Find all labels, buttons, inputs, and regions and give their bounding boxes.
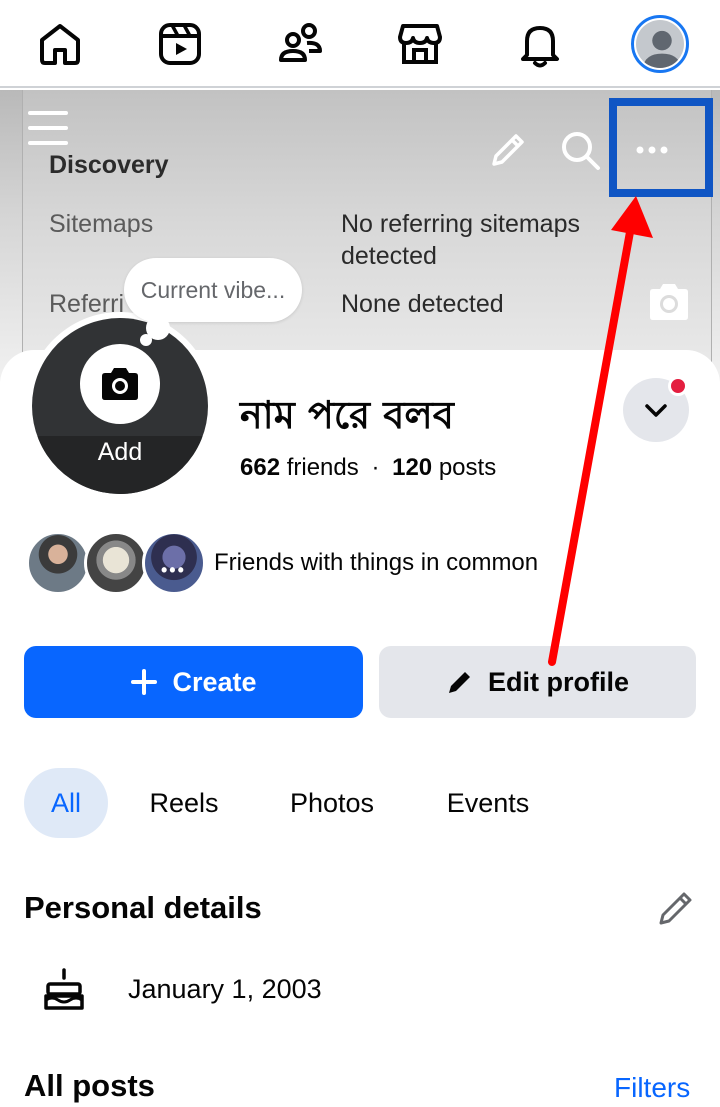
edit-profile-button[interactable]: Edit profile [379, 646, 696, 718]
profile-avatar-ring [631, 15, 689, 73]
home-tab[interactable] [28, 14, 92, 74]
cover-heading: Discovery [49, 151, 169, 179]
default-avatar-icon [642, 30, 682, 68]
profile-picture-placeholder: Add [32, 318, 208, 494]
tab-all[interactable]: All [24, 768, 108, 838]
reels-tab[interactable] [148, 14, 212, 74]
friends-icon [279, 23, 322, 62]
filters-link[interactable]: Filters [614, 1072, 690, 1104]
cover-row1-label: Sitemaps [49, 210, 154, 238]
birthday-text: January 1, 2003 [128, 974, 322, 1004]
cover-row1-value-line1: No referring sitemaps [341, 210, 580, 238]
search-icon[interactable] [558, 128, 602, 172]
cover-row2-value: None detected [341, 290, 504, 318]
plus-icon [131, 669, 158, 695]
edit-profile-label: Edit profile [488, 666, 629, 697]
create-button-label: Create [172, 666, 257, 697]
all-posts-title: All posts [24, 1068, 155, 1103]
hamburger-menu-icon[interactable] [26, 108, 70, 148]
top-navigation-bar [0, 0, 720, 88]
friends-label[interactable]: friends [287, 454, 359, 481]
annotation-highlight-box [609, 98, 713, 197]
tab-label: Reels [149, 787, 219, 818]
cover-row1-value-line2: detected [341, 242, 437, 270]
notification-dot [668, 376, 688, 396]
birthday-cake-icon [44, 968, 84, 1010]
vibe-placeholder: Current vibe... [140, 276, 286, 303]
profile-picture[interactable]: Add [26, 312, 214, 500]
marketplace-icon [398, 24, 442, 64]
notifications-tab[interactable] [508, 14, 572, 74]
avatar-add-label: Add [32, 436, 208, 494]
tab-label: All [50, 787, 81, 818]
friend-avatar: ••• [142, 531, 206, 595]
friends-count[interactable]: 662 [240, 454, 280, 481]
reels-icon [159, 23, 201, 65]
more-dots-icon: ••• [161, 560, 186, 580]
pencil-icon[interactable] [488, 130, 528, 170]
personal-details-title: Personal details [24, 890, 262, 925]
profile-stats: 662 friends · 120 posts [240, 454, 496, 482]
posts-count: 120 [392, 454, 433, 481]
mutual-friends-text: Friends with things in common [214, 549, 539, 576]
tab-label: Photos [289, 787, 375, 818]
current-vibe-bubble[interactable]: Current vibe... [124, 258, 302, 322]
pencil-icon [449, 672, 470, 693]
tab-photos[interactable]: Photos [266, 768, 398, 838]
tab-label: Events [446, 787, 530, 818]
create-button[interactable]: Create [24, 646, 363, 718]
edit-details-pencil-icon[interactable] [656, 888, 696, 928]
profile-tab[interactable] [628, 14, 692, 74]
cover-camera-icon[interactable] [646, 282, 692, 322]
friend-avatar [84, 531, 148, 595]
marketplace-tab[interactable] [388, 14, 452, 74]
vibe-bubble-tail-small [140, 334, 152, 346]
friend-avatar [26, 531, 90, 595]
home-icon [40, 24, 80, 65]
avatar [636, 20, 684, 68]
camera-icon [102, 368, 138, 400]
tab-reels[interactable]: Reels [128, 768, 240, 838]
mutual-friends-row[interactable]: ••• Friends with things in common [26, 530, 538, 596]
friends-tab[interactable] [268, 14, 332, 74]
bell-icon [521, 26, 559, 68]
posts-label: posts [438, 454, 497, 481]
profile-name: নাম পরে বলব [240, 393, 454, 437]
chevron-down-icon [645, 404, 667, 417]
tab-events[interactable]: Events [426, 768, 550, 838]
stats-separator: · [371, 454, 380, 481]
add-photo-button[interactable] [80, 344, 160, 424]
